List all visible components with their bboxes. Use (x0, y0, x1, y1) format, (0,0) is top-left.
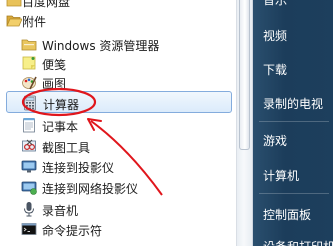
command-prompt-icon (21, 223, 37, 235)
list-item-label: 计算器 (43, 98, 80, 112)
list-item-label: 附件 (22, 15, 47, 29)
list-item-label: 便笺 (42, 58, 67, 72)
right-item-videos[interactable]: 视频 (263, 27, 287, 44)
list-item-baidu-netdisk[interactable]: 百度网盘 (6, 0, 232, 10)
list-item-label: 命令提示符 (42, 224, 103, 238)
list-item-label: 连接到网络投影仪 (42, 182, 139, 196)
list-item-label: 录音机 (42, 204, 79, 218)
right-pane-separator (259, 121, 329, 122)
all-programs-list: 百度网盘 附件 Windows 资源管理器 便笺 画图 计算器 记事本 截图工具… (0, 0, 236, 246)
list-item-label: 连接到投影仪 (42, 161, 115, 175)
list-item-sticky-notes[interactable]: 便笺 (6, 53, 232, 73)
list-item-paint[interactable]: 画图 (6, 72, 232, 92)
start-menu-right-pane: 音乐 视频 下载 录制的电视 游戏 计算机 控制面板 设备和打印机 (253, 0, 333, 246)
right-item-games[interactable]: 游戏 (263, 132, 287, 149)
microphone-icon (24, 202, 34, 217)
list-item-label: 画图 (42, 77, 67, 91)
list-item-sound-recorder[interactable]: 录音机 (6, 199, 232, 219)
list-item-label: 百度网盘 (22, 0, 71, 9)
right-item-recorded-tv[interactable]: 录制的电视 (263, 95, 323, 112)
folder-open-icon (6, 15, 22, 27)
list-item-connect-projector[interactable]: 连接到投影仪 (6, 156, 232, 176)
right-item-downloads[interactable]: 下载 (263, 61, 287, 78)
list-scrollbar[interactable] (236, 0, 253, 246)
paint-icon (22, 76, 37, 90)
list-item-notepad[interactable]: 记事本 (6, 115, 232, 135)
list-item-snipping-tool[interactable]: 截图工具 (6, 136, 232, 156)
list-item-label: Windows 资源管理器 (42, 39, 160, 53)
projector-icon (21, 160, 37, 173)
folder-icon (6, 0, 22, 7)
right-item-computer[interactable]: 计算机 (263, 167, 299, 184)
scrollbar-thumb[interactable] (239, 0, 250, 150)
notepad-icon (23, 118, 35, 133)
explorer-folder-icon (21, 39, 37, 51)
network-projector-icon (21, 181, 37, 195)
calculator-icon (24, 95, 36, 111)
list-item-connect-network-projector[interactable]: 连接到网络投影仪 (6, 177, 232, 197)
list-item-label: 截图工具 (42, 141, 91, 155)
sticky-notes-icon (22, 56, 36, 70)
list-item-label: 记事本 (42, 120, 79, 134)
list-item-command-prompt[interactable]: 命令提示符 (6, 219, 232, 239)
list-item-calculator[interactable]: 计算器 (6, 91, 232, 113)
right-item-music[interactable]: 音乐 (263, 0, 287, 8)
right-pane-separator (259, 193, 329, 194)
right-item-control-panel[interactable]: 控制面板 (263, 206, 311, 223)
list-item-accessories-folder[interactable]: 附件 (6, 10, 232, 30)
start-menu-screenshot: 百度网盘 附件 Windows 资源管理器 便笺 画图 计算器 记事本 截图工具… (0, 0, 333, 246)
right-item-devices-printers[interactable]: 设备和打印机 (263, 238, 333, 246)
list-item-windows-explorer[interactable]: Windows 资源管理器 (6, 34, 232, 54)
snipping-tool-icon (22, 139, 36, 152)
